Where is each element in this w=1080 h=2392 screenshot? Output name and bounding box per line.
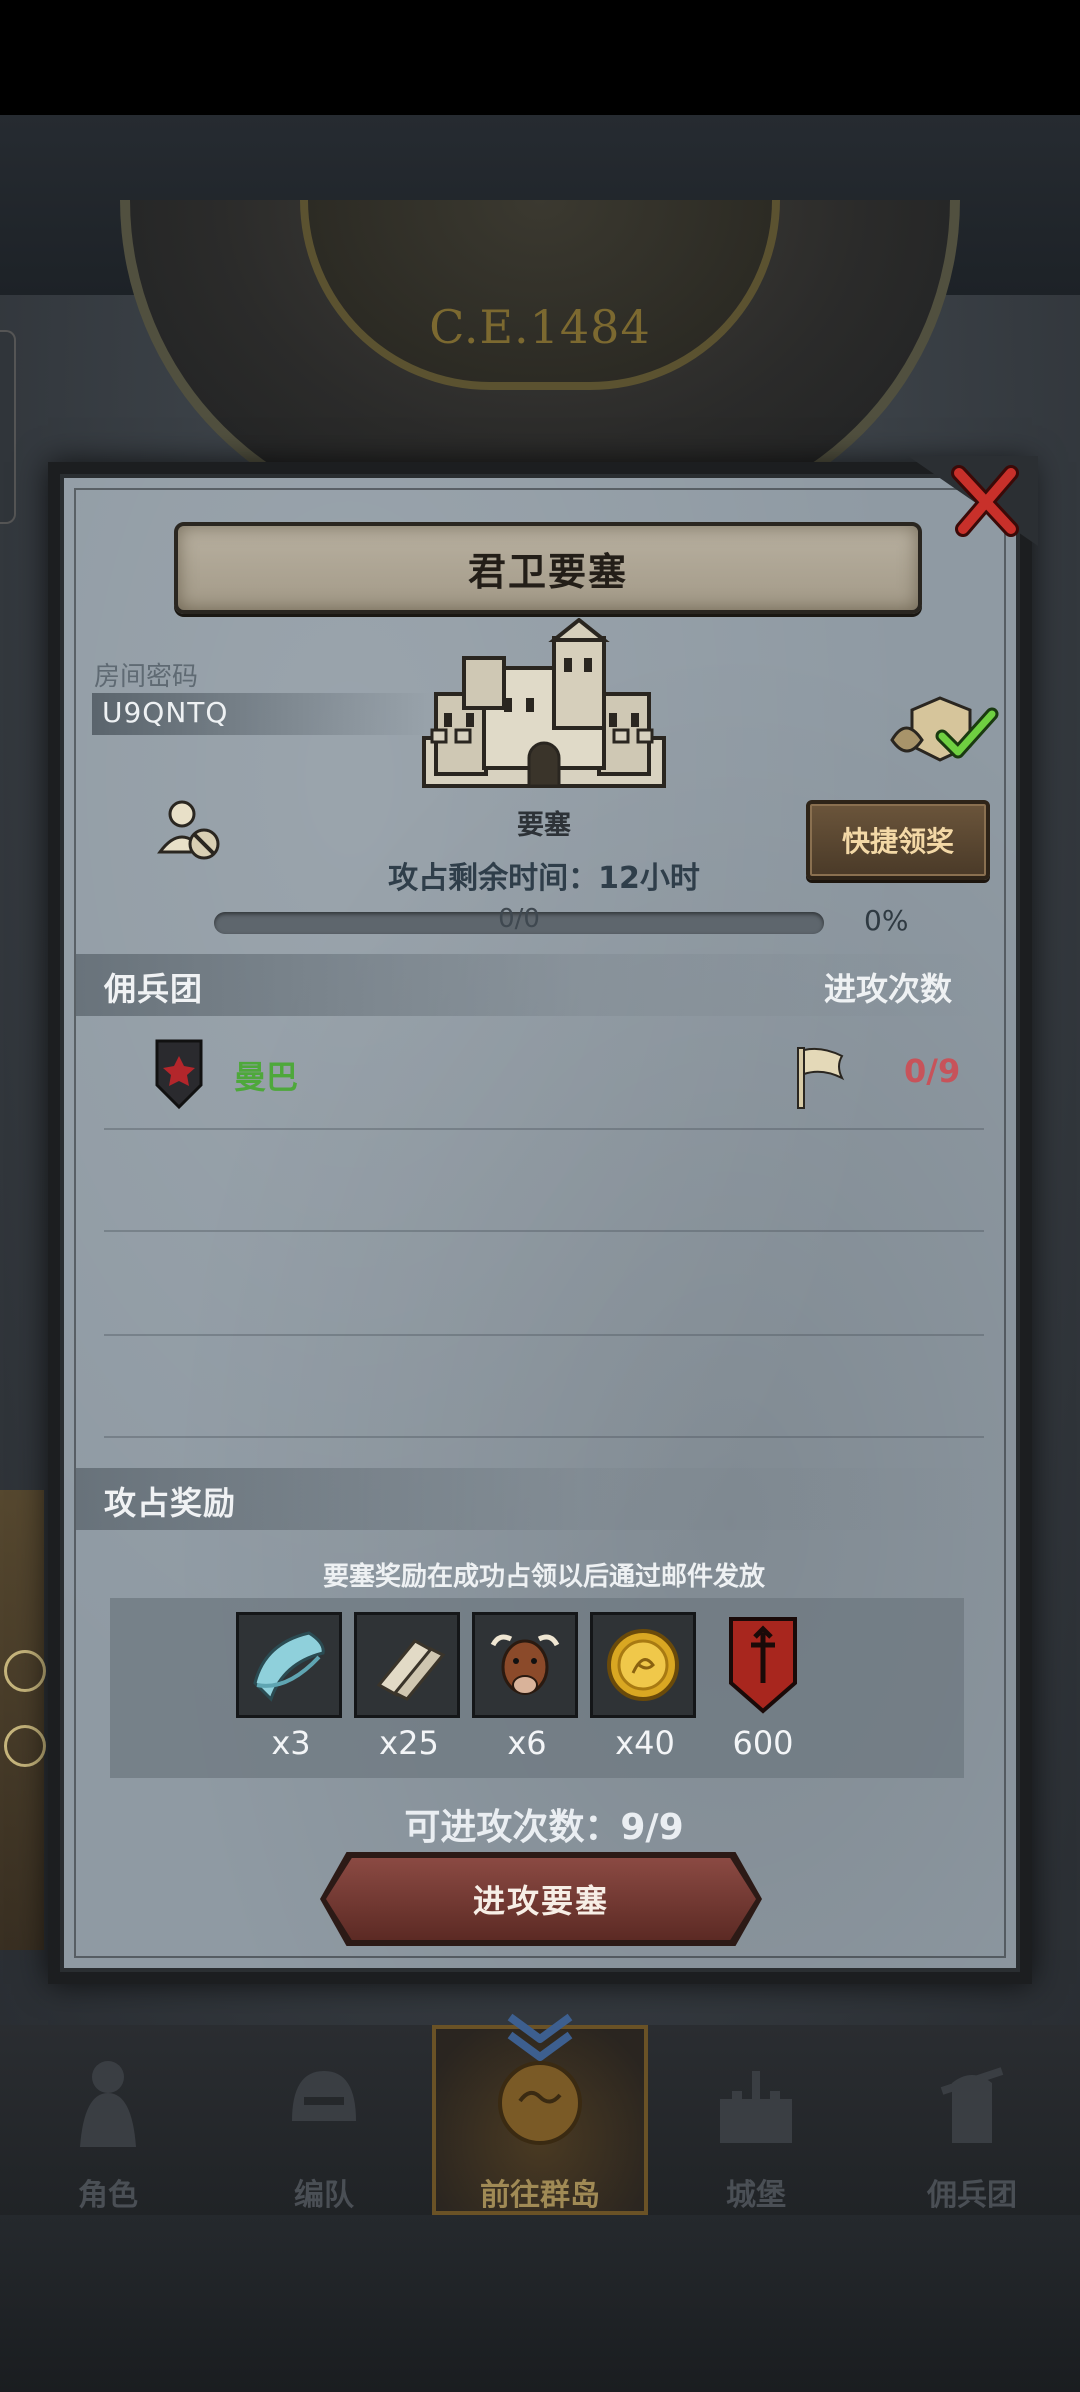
attacks-left: 可进攻次数：9/9 xyxy=(264,1798,824,1850)
reward-item[interactable]: x3 xyxy=(236,1612,346,1762)
row-divider xyxy=(104,1436,984,1438)
fortress-dialog: 君卫要塞 房间密码 U9QNTQ 要塞 攻占剩余时间：12小时 快捷领奖 0/0… xyxy=(48,456,1038,1984)
status-bar xyxy=(0,0,1080,115)
attack-count-header: 进攻次数 xyxy=(824,970,953,1008)
reward-quantity: x40 xyxy=(615,1724,675,1762)
reward-item[interactable]: 600 xyxy=(708,1612,818,1762)
room-code: U9QNTQ xyxy=(102,696,229,729)
reward-section-title: 攻占奖励 xyxy=(104,1484,237,1522)
row-divider xyxy=(104,1230,984,1232)
helmet-icon xyxy=(292,2071,356,2121)
reward-slot xyxy=(590,1612,696,1718)
occupy-time-remaining: 攻占剩余时间：12小时 xyxy=(264,853,824,897)
side-decoration xyxy=(0,1490,44,1950)
nav-item-islands[interactable]: 前往群岛 xyxy=(432,2013,648,2215)
reward-quantity: x3 xyxy=(271,1724,311,1762)
room-password-label: 房间密码 xyxy=(94,662,199,692)
close-button[interactable] xyxy=(942,460,1028,542)
cloth-icon xyxy=(253,1631,325,1702)
nav-label: 编队 xyxy=(294,2178,354,2213)
reward-item[interactable]: x25 xyxy=(354,1612,464,1762)
nav-item-character[interactable]: 角色 xyxy=(0,2025,216,2215)
row-divider xyxy=(104,1128,984,1130)
side-handle[interactable] xyxy=(0,330,16,524)
row-divider xyxy=(104,1334,984,1336)
attack-fortress-button[interactable]: 进攻要塞 xyxy=(326,1858,756,1940)
reward-claimed-icon[interactable] xyxy=(882,690,1002,770)
reward-quantity: 600 xyxy=(732,1724,794,1762)
reward-slot xyxy=(354,1612,460,1718)
reward-item[interactable]: x6 xyxy=(472,1612,582,1762)
right-decoration xyxy=(1050,1890,1080,1950)
reward-slot xyxy=(472,1612,578,1718)
era-text: C.E.1484 xyxy=(429,300,651,354)
mercenary-section-title: 佣兵团 xyxy=(104,970,204,1008)
occupy-time-label: 攻占剩余时间： xyxy=(388,861,599,896)
map-icon xyxy=(498,2061,582,2145)
nav-item-castle[interactable]: 城堡 xyxy=(648,2025,864,2215)
attacks-left-value: 9/9 xyxy=(620,1807,684,1848)
nav-label: 角色 xyxy=(78,2178,138,2213)
side-ring-icon xyxy=(4,1725,46,1767)
flag-icon xyxy=(797,1047,845,1109)
close-icon xyxy=(951,465,1019,537)
attack-fortress-label: 进攻要塞 xyxy=(472,1882,609,1920)
fortress-icon xyxy=(422,618,666,788)
castle-icon xyxy=(720,2071,792,2143)
scroll-icon xyxy=(376,1639,446,1701)
occupy-progress-text: 0/0 xyxy=(498,904,540,934)
cow-icon xyxy=(490,1634,560,1695)
nav-item-formation[interactable]: 编队 xyxy=(216,2025,432,2215)
mercenary-name[interactable]: 曼巴 xyxy=(234,1052,298,1098)
dialog-body: 君卫要塞 房间密码 U9QNTQ 要塞 攻占剩余时间：12小时 快捷领奖 0/0… xyxy=(60,474,1020,1972)
fortress-type-label: 要塞 xyxy=(517,810,571,841)
mercenary-shield-icon xyxy=(155,1039,203,1110)
reward-slot xyxy=(236,1612,342,1718)
mercenary-attack-count: 0/9 xyxy=(904,1052,961,1090)
nav-item-mercenary[interactable]: 佣兵团 xyxy=(864,2025,1080,2215)
occupy-time-value: 12小时 xyxy=(598,861,700,896)
reward-slot xyxy=(708,1612,818,1718)
reward-item[interactable]: x40 xyxy=(590,1612,700,1762)
mercenary-icon xyxy=(940,2067,1004,2143)
quick-claim-button[interactable]: 快捷领奖 xyxy=(806,800,990,880)
gold-coin-icon xyxy=(607,1629,679,1701)
title-banner: 君卫要塞 xyxy=(174,522,922,614)
guild-banner-icon xyxy=(729,1617,797,1714)
knight-icon xyxy=(80,2061,136,2147)
side-target-icon xyxy=(4,1650,46,1692)
reward-quantity: x6 xyxy=(507,1724,547,1762)
reward-note: 要塞奖励在成功占领以后通过邮件发放 xyxy=(322,1562,765,1592)
dialog-title: 君卫要塞 xyxy=(467,549,628,594)
bottom-area xyxy=(0,2215,1080,2392)
attacks-left-label: 可进攻次数： xyxy=(404,1807,621,1848)
occupy-progress-percent: 0% xyxy=(864,904,909,937)
bottom-nav: 角色 编队 前往群岛 城堡 佣兵团 xyxy=(0,2013,1080,2215)
member-disabled-icon[interactable] xyxy=(156,796,226,866)
reward-quantity: x25 xyxy=(379,1724,439,1762)
nav-label: 佣兵团 xyxy=(927,2178,1017,2213)
quick-claim-label: 快捷领奖 xyxy=(841,825,954,858)
nav-label: 前往群岛 xyxy=(480,2178,600,2213)
nav-label: 城堡 xyxy=(726,2178,786,2213)
